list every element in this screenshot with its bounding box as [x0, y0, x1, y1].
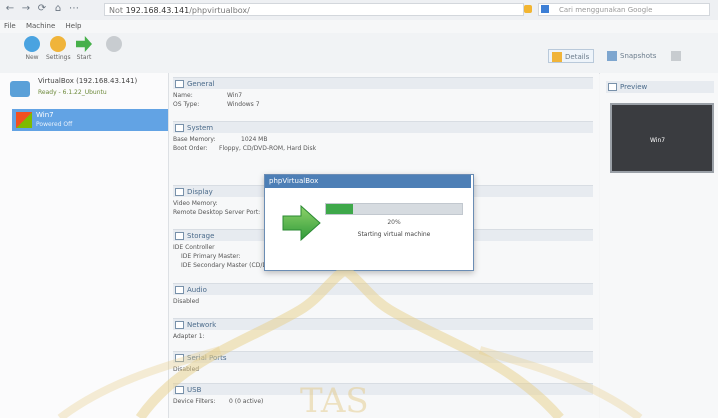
- kv-label: Device Filters:: [173, 398, 216, 405]
- progress-status: Starting virtual machine: [357, 231, 431, 238]
- discard-icon: [106, 36, 122, 52]
- settings-label: Settings: [46, 54, 71, 61]
- console-icon: [671, 51, 681, 61]
- kv-label: Disabled: [173, 366, 200, 373]
- network-icon: [175, 321, 184, 329]
- browser-search-placeholder: Cari menggunakan Google: [559, 6, 653, 14]
- toolbar: New Settings Start Details Snapshots: [0, 33, 718, 74]
- windows-7-icon: [16, 112, 32, 128]
- snapshots-button[interactable]: Snapshots: [604, 49, 660, 63]
- vm-name: Win7: [36, 111, 54, 119]
- star-icon[interactable]: [524, 5, 532, 13]
- address-path: /phpvirtualbox/: [189, 6, 250, 15]
- preview-title: Preview: [620, 83, 648, 91]
- kv-label: IDE Primary Master:: [181, 253, 241, 260]
- general-icon: [175, 80, 184, 88]
- console-button[interactable]: [668, 49, 688, 63]
- details-label: Details: [565, 53, 590, 61]
- menu-file[interactable]: File: [4, 22, 16, 30]
- preview-vm-label: Win7: [650, 137, 666, 144]
- details-icon: [552, 52, 562, 62]
- kv-value: 0 (0 active): [229, 398, 264, 405]
- start-label: Start: [76, 54, 92, 61]
- kv-label: Adapter 1:: [173, 333, 205, 340]
- start-arrow-icon: [76, 36, 92, 52]
- section-title: Serial Ports: [187, 354, 227, 362]
- kv-value: Floppy, CD/DVD-ROM, Hard Disk: [219, 145, 317, 152]
- menu-help[interactable]: Help: [66, 22, 82, 30]
- address-host: 192.168.43.141: [125, 6, 190, 15]
- audio-icon: [175, 286, 184, 294]
- snapshots-camera-icon: [607, 51, 617, 61]
- vm-list: VirtualBox (192.168.43.141) Ready - 6.1.…: [0, 73, 169, 418]
- section-title: USB: [187, 386, 202, 394]
- progress-dialog: phpVirtualBox 20% Starting virtual machi…: [264, 174, 474, 271]
- virtualbox-host-icon: [10, 81, 30, 97]
- kv-value: Windows 7: [227, 101, 260, 108]
- address-bar[interactable]: Not 192.168.43.141/phpvirtualbox/: [104, 3, 524, 16]
- start-arrow-icon: [282, 204, 321, 242]
- usb-icon: [175, 386, 184, 394]
- kv-label: Boot Order:: [173, 145, 208, 152]
- preview-screen: Win7: [610, 103, 714, 173]
- display-icon: [175, 188, 184, 196]
- section-title: System: [187, 124, 214, 132]
- vm-list-item-host[interactable]: VirtualBox (192.168.43.141) Ready - 6.1.…: [0, 75, 168, 103]
- section-title: General: [187, 80, 215, 88]
- kv-label: Remote Desktop Server Port:: [173, 209, 261, 216]
- section-title: Network: [187, 321, 217, 329]
- more-icon[interactable]: ⋯: [68, 3, 80, 15]
- section-system[interactable]: System: [173, 121, 593, 133]
- kv-value: Win7: [227, 92, 243, 99]
- section-network[interactable]: Network: [173, 318, 593, 330]
- new-label: New: [25, 54, 39, 61]
- progress-percent: 20%: [387, 219, 401, 226]
- settings-button[interactable]: Settings: [46, 36, 71, 61]
- start-button[interactable]: Start: [72, 36, 96, 61]
- host-status: Ready - 6.1.22_Ubuntu: [38, 89, 107, 96]
- section-audio[interactable]: Audio: [173, 283, 593, 295]
- progress-bar-fill: [326, 204, 354, 214]
- section-general[interactable]: General: [173, 77, 593, 89]
- kv-label: Disabled: [173, 298, 200, 305]
- search-engine-icon[interactable]: [541, 5, 549, 13]
- reload-icon[interactable]: ⟳: [36, 3, 48, 15]
- home-icon[interactable]: ⌂: [52, 3, 64, 15]
- vm-state: Powered Off: [36, 121, 73, 128]
- section-title: Audio: [187, 286, 207, 294]
- progress-bar: [325, 203, 463, 215]
- new-button[interactable]: New: [20, 36, 44, 61]
- snapshots-label: Snapshots: [620, 52, 657, 60]
- kv-label: Video Memory:: [173, 200, 218, 207]
- section-title: Storage: [187, 232, 215, 240]
- preview-panel: Preview Win7: [600, 73, 718, 418]
- discard-button[interactable]: [102, 36, 126, 54]
- preview-header[interactable]: Preview: [606, 81, 714, 93]
- details-button[interactable]: Details: [548, 49, 595, 63]
- vm-list-item-win7[interactable]: Win7 Powered Off: [12, 109, 168, 131]
- forward-icon[interactable]: →: [20, 3, 32, 15]
- address-prefix: Not: [109, 6, 124, 15]
- back-icon[interactable]: ←: [4, 3, 16, 15]
- serial-port-icon: [175, 354, 184, 362]
- section-usb[interactable]: USB: [173, 383, 593, 395]
- kv-label: IDE Controller: [173, 244, 215, 251]
- settings-gear-icon: [50, 36, 66, 52]
- host-name: VirtualBox (192.168.43.141): [38, 77, 138, 85]
- kv-label: OS Type:: [173, 101, 200, 108]
- menu-bar: File Machine Help: [0, 20, 718, 33]
- section-serial-ports[interactable]: Serial Ports: [173, 351, 593, 363]
- new-vm-icon: [24, 36, 40, 52]
- storage-icon: [175, 232, 184, 240]
- kv-value: 1024 MB: [241, 136, 268, 143]
- section-title: Display: [187, 188, 213, 196]
- kv-label: Name:: [173, 92, 193, 99]
- browser-bar: ← → ⟳ ⌂ ⋯ Not 192.168.43.141/phpvirtualb…: [0, 0, 718, 21]
- browser-search-input[interactable]: Cari menggunakan Google: [538, 3, 710, 16]
- menu-machine[interactable]: Machine: [26, 22, 55, 30]
- preview-icon: [608, 83, 617, 91]
- system-icon: [175, 124, 184, 132]
- dialog-title: phpVirtualBox: [265, 175, 471, 188]
- kv-label: Base Memory:: [173, 136, 216, 143]
